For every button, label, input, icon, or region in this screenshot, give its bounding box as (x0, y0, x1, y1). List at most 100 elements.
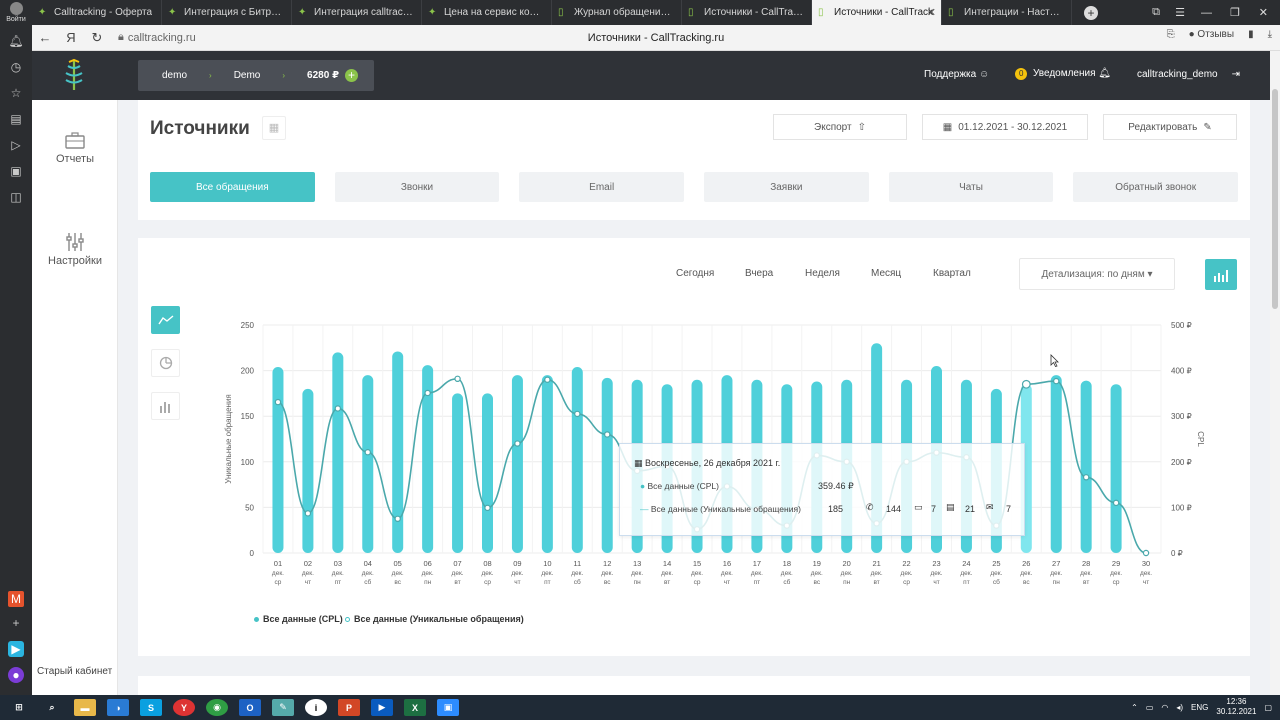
menu-icon[interactable]: ☰ (1175, 0, 1185, 25)
clock[interactable]: 12:36 30.12.2021 (1216, 697, 1256, 717)
search-icon[interactable]: ⌕ (41, 699, 63, 716)
skype-icon[interactable]: S (140, 699, 162, 716)
legend-item-cpl[interactable]: Все данные (CPL) (254, 614, 343, 624)
powerpoint-icon[interactable]: P (338, 699, 360, 716)
play-icon[interactable]: ▷ (8, 137, 24, 153)
export-button[interactable]: Экспорт ⇧ (773, 114, 907, 140)
bookmark-icon[interactable]: ▮ (1248, 29, 1254, 40)
add-app-icon[interactable]: + (8, 615, 24, 631)
browser-tab[interactable]: ▯ Источники - CallTrack ✕ (812, 0, 942, 25)
browser-tab[interactable]: ✦ Интеграция calltracking.r (292, 0, 422, 25)
volume-icon[interactable]: ◂) (1176, 703, 1183, 712)
browser-tab[interactable]: ▯ Журнал обращений - Ca (552, 0, 682, 25)
old-cabinet-link[interactable]: Старый кабинет (37, 666, 112, 677)
media-icon[interactable]: ▶ (371, 699, 393, 716)
notification-center-icon[interactable]: ▢ (1264, 703, 1272, 712)
chrome-icon[interactable]: ◉ (206, 699, 228, 716)
notifications-link[interactable]: 0 Уведомления 🔔︎ (1015, 68, 1111, 80)
cpl-point[interactable] (1142, 549, 1150, 557)
filter-tab[interactable]: Email (519, 172, 685, 202)
filter-tab[interactable]: Все обращения (150, 172, 315, 202)
profile-button[interactable]: Войти (0, 0, 32, 25)
cpl-point[interactable] (544, 376, 551, 383)
screenshot-icon[interactable]: ◫ (8, 189, 24, 205)
bell-icon[interactable]: 🔔︎ (8, 33, 24, 49)
bar[interactable] (272, 366, 284, 553)
filter-tab[interactable]: Звонки (334, 172, 500, 202)
minimize-button[interactable]: — (1201, 0, 1212, 25)
lang-indicator[interactable]: ENG (1191, 703, 1208, 712)
edit-button[interactable]: Редактировать ✎ (1103, 114, 1237, 140)
excel-icon[interactable]: X (404, 699, 426, 716)
mail-app-icon[interactable]: M (8, 591, 24, 607)
cpl-point[interactable] (1053, 377, 1060, 385)
sidebar-item-reports[interactable]: Отчеты (32, 132, 118, 165)
cpl-point[interactable] (334, 405, 342, 412)
network-icon[interactable]: ▭ (1146, 703, 1154, 712)
filter-tab[interactable]: Чаты (888, 172, 1054, 202)
filter-tab[interactable]: Заявки (704, 172, 869, 202)
file-explorer-icon[interactable]: ▬ (74, 699, 96, 716)
notes-icon[interactable]: ✎ (272, 699, 294, 716)
bar[interactable] (392, 351, 404, 553)
calltracking-logo[interactable] (62, 58, 86, 92)
bar[interactable] (1110, 384, 1122, 553)
add-balance-button[interactable]: + (345, 69, 359, 82)
bar[interactable] (511, 375, 523, 553)
browser-tab[interactable]: ▯ Источники - CallTracking (682, 0, 812, 25)
cpl-point[interactable] (1021, 379, 1031, 389)
cpl-point[interactable] (274, 398, 282, 406)
bar[interactable] (452, 393, 464, 553)
save-icon[interactable]: ▦ (262, 116, 286, 140)
cpl-point[interactable] (574, 410, 581, 418)
bar[interactable] (362, 375, 374, 553)
alice-icon[interactable]: ● (8, 667, 24, 683)
browser-tab[interactable]: ✦ Интеграция с Битрикс 24 (162, 0, 292, 25)
outlook-icon[interactable]: O (239, 699, 261, 716)
logout-icon[interactable]: ⇥ (1232, 69, 1240, 80)
close-tab-icon[interactable]: ✕ (927, 6, 936, 19)
cpl-point[interactable] (514, 440, 521, 447)
yandex-browser-icon[interactable]: Y (173, 699, 195, 716)
scroll-thumb[interactable] (1272, 89, 1278, 309)
maximize-button[interactable]: ❐ (1230, 0, 1240, 25)
user-menu[interactable]: calltracking_demo (1137, 69, 1218, 80)
chevron-up-icon[interactable]: ⌃ (1131, 703, 1138, 712)
info-app-icon[interactable]: i (305, 699, 327, 716)
page-scrollbar[interactable] (1270, 51, 1280, 695)
history-icon[interactable]: ◷ (8, 59, 24, 75)
collections-icon[interactable]: ▤ (8, 111, 24, 127)
sidebar-item-settings[interactable]: Настройки (32, 232, 118, 267)
bar[interactable] (571, 366, 583, 553)
zoom-icon[interactable]: ▣ (437, 699, 459, 716)
extension-icon[interactable]: ⎘ (1167, 29, 1175, 40)
account-switcher[interactable]: demo › Demo › 6280 ₽ + (138, 60, 374, 91)
filter-tab[interactable]: Обратный звонок (1073, 172, 1239, 202)
collections-icon[interactable]: ⧉ (1152, 0, 1160, 25)
browser-tab[interactable]: ▯ Интеграции - Настройки (942, 0, 1072, 25)
cpl-point[interactable] (424, 389, 431, 397)
star-icon[interactable]: ☆ (8, 85, 24, 101)
app-icon[interactable]: ◑ (107, 699, 129, 716)
new-tab-button[interactable]: + (1084, 5, 1098, 20)
date-range-picker[interactable]: ▦ 01.12.2021 - 30.12.2021 (922, 114, 1088, 140)
cpl-point[interactable] (1082, 474, 1090, 481)
cpl-point[interactable] (454, 375, 461, 383)
download-icon[interactable]: ⤓ (1268, 29, 1272, 40)
cpl-point[interactable] (304, 510, 312, 517)
messenger-icon[interactable]: ▶ (8, 641, 24, 657)
cpl-point[interactable] (484, 504, 491, 512)
support-link[interactable]: Поддержка ☺ (924, 69, 989, 80)
bar[interactable] (541, 375, 553, 553)
bar[interactable] (601, 377, 613, 553)
bar[interactable] (332, 352, 344, 553)
close-window-button[interactable]: ✕ (1259, 0, 1268, 25)
windows-start-icon[interactable]: ⊞ (8, 699, 30, 716)
bar[interactable] (482, 393, 493, 553)
browser-tab[interactable]: ✦ Цена на сервис коллтрек (422, 0, 552, 25)
app-icon[interactable]: ▣ (8, 163, 24, 179)
cpl-point[interactable] (364, 449, 371, 456)
cpl-point[interactable] (604, 431, 611, 438)
cpl-point[interactable] (1112, 499, 1120, 507)
bar[interactable] (1080, 380, 1092, 553)
